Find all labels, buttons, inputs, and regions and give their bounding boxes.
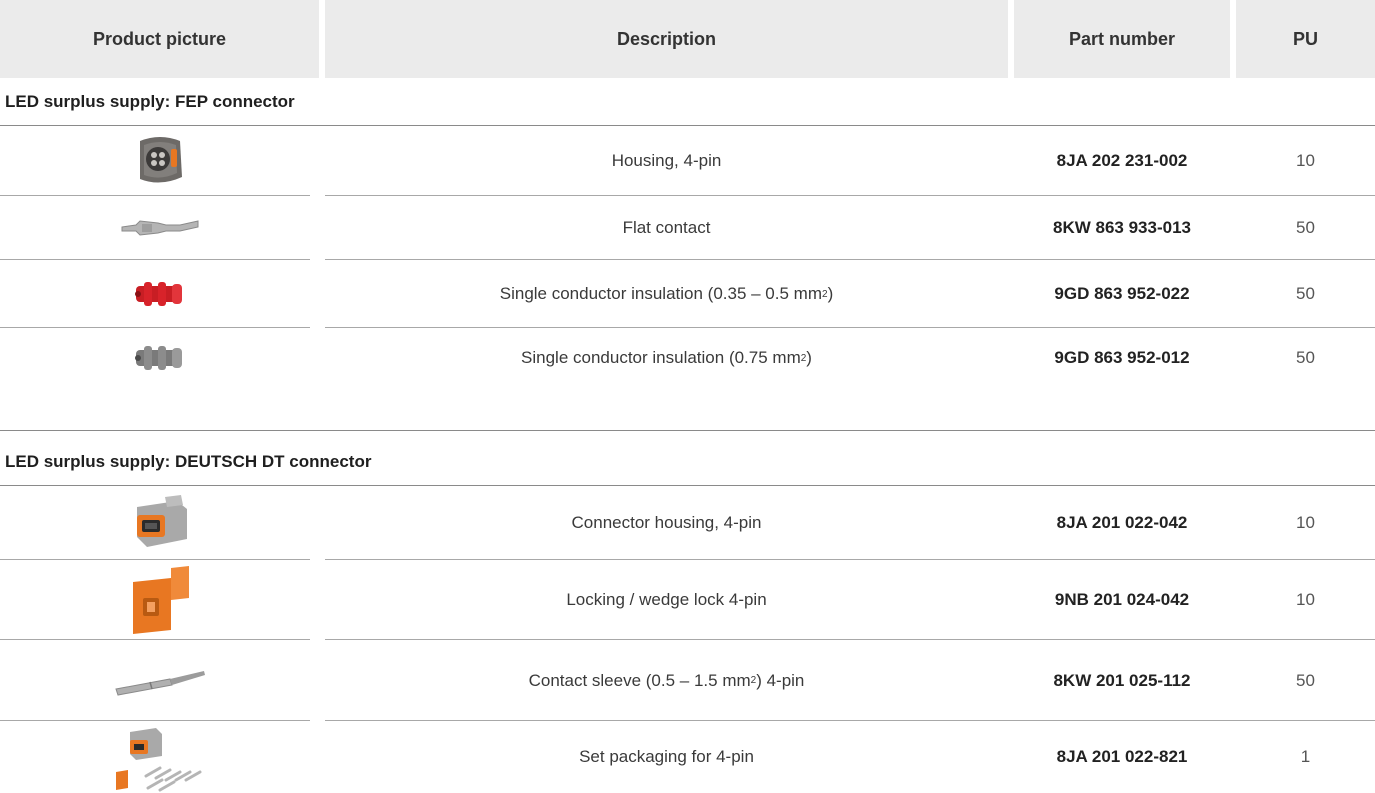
product-picture-cell [0,260,320,328]
table-header: Product picture Description Part number … [0,0,1375,78]
header-description: Description [325,0,1008,78]
product-picture-cell [0,126,320,196]
section-title-fep: LED surplus supply: FEP connector [5,91,295,111]
set-packaging-icon [116,728,202,792]
pu-cell: 50 [1296,284,1315,303]
description-text-end: ) 4-pin [756,670,805,690]
description-cell: Contact sleeve (0.5 – 1.5 mm 2) 4-pin [325,640,1008,721]
part-number-cell: 9GD 863 952-022 [1054,284,1190,303]
description-cell: Flat contact [622,218,711,237]
description-text-end: ) [827,284,834,303]
table-row: Locking / wedge lock 4-pin 9NB 201 024-0… [0,560,1375,640]
table-row: Single conductor insulation (0.75 mm 2) 9… [0,328,1375,431]
product-picture-cell [0,721,320,793]
product-picture-cell [0,640,320,721]
pu-cell: 50 [1296,348,1315,367]
pu-cell: 50 [1296,670,1315,690]
part-number-cell: 8JA 201 022-042 [1056,513,1188,532]
pu-cell: 10 [1296,151,1315,170]
section-divider [0,430,1375,431]
table-row: Single conductor insulation (0.35 – 0.5 … [0,260,1375,328]
description-cell: Locking / wedge lock 4-pin [566,590,767,609]
header-part-number: Part number [1014,0,1230,78]
part-number-cell: 8JA 201 022-821 [1056,747,1188,766]
description-cell: Set packaging for 4-pin [579,747,754,766]
product-picture-cell [0,560,320,640]
pu-cell: 10 [1296,590,1315,609]
table-row: Connector housing, 4-pin 8JA 201 022-042… [0,486,1375,560]
part-number-cell: 8KW 201 025-112 [1053,670,1191,690]
description-text-end: ) [806,348,812,367]
table-row: Housing, 4-pin 8JA 202 231-002 10 [0,126,1375,196]
part-number-cell: 8KW 863 933-013 [1053,218,1191,237]
section-title-deutsch: LED surplus supply: DEUTSCH DT connector [5,451,372,471]
description-cell: Housing, 4-pin [611,151,722,170]
table-row: Contact sleeve (0.5 – 1.5 mm 2) 4-pin 8KW… [0,640,1375,721]
description-cell: Single conductor insulation (0.75 mm 2) [325,328,1008,388]
grey-housing-4pin-icon [140,137,182,183]
dt-connector-housing-icon [137,495,187,547]
description-text: Single conductor insulation (0.35 – 0.5 … [499,284,822,303]
header-product-picture: Product picture [0,0,319,78]
product-picture-cell [0,196,320,260]
pu-cell: 50 [1296,218,1315,237]
contact-sleeve-icon [115,670,205,696]
description-text: Single conductor insulation (0.75 mm [521,348,801,367]
product-picture-cell [0,328,320,388]
parts-table: Product picture Description Part number … [0,0,1375,793]
part-number-cell: 9GD 863 952-012 [1054,348,1190,367]
part-number-cell: 8JA 202 231-002 [1056,151,1188,170]
header-pu: PU [1236,0,1375,78]
wedge-lock-icon [133,566,189,634]
red-seal-icon [135,282,182,306]
grey-seal-icon [135,346,182,370]
pu-cell: 1 [1300,747,1311,766]
table-row: Flat contact 8KW 863 933-013 50 [0,196,1375,260]
flat-contact-icon [121,220,199,236]
description-cell: Single conductor insulation (0.35 – 0.5 … [325,260,1008,328]
table-row: Set packaging for 4-pin 8JA 201 022-821 … [0,721,1375,793]
part-number-cell: 9NB 201 024-042 [1054,590,1190,609]
description-cell: Connector housing, 4-pin [571,513,762,532]
product-picture-cell [0,486,320,560]
description-text: Contact sleeve (0.5 – 1.5 mm [528,670,751,690]
pu-cell: 10 [1296,513,1315,532]
